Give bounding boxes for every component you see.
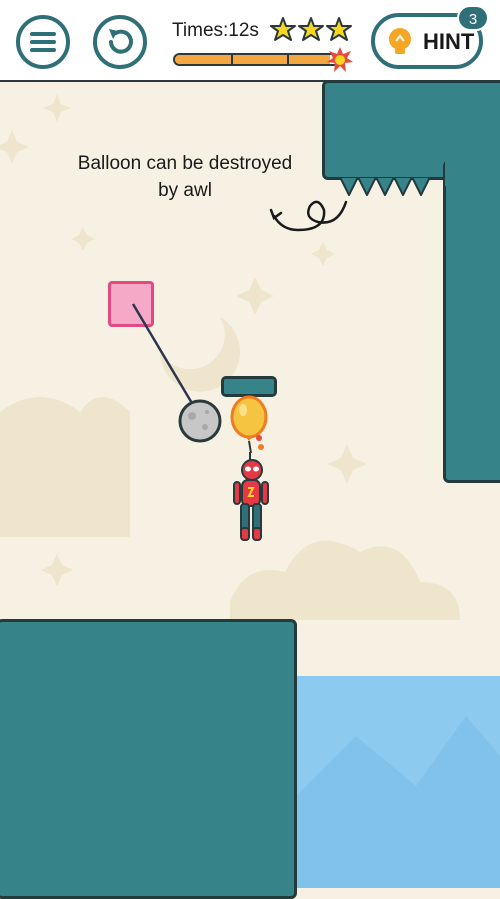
stone-ball[interactable] [177,398,223,444]
caption-line: Balloon can be destroyed [77,153,293,174]
timer-text: Times:12s [172,20,259,41]
curly-arrow-icon [269,200,348,232]
star-icon [298,17,324,41]
hint-label: HINT [423,29,475,54]
hint-count-badge: 3 [457,5,489,31]
progress-divider [287,55,289,64]
restart-button[interactable] [93,15,147,69]
restart-icon [109,29,133,54]
progress-divider [231,55,233,64]
stickman-hero[interactable] [228,452,272,544]
rope-anchor-block[interactable] [108,281,154,327]
star-rating [270,17,352,41]
cloud-right [230,540,460,620]
water-waves [296,716,500,888]
burst-icon [327,47,353,72]
menu-icon [30,32,56,52]
star-icon [326,17,352,41]
spike-awl [340,177,431,196]
star-icon [270,17,296,41]
ground-block [0,619,297,899]
wall-joint [445,150,500,186]
menu-button[interactable] [16,15,70,69]
right-wall [443,160,500,483]
cloud-left [0,397,130,537]
time-progress-bar [173,53,340,66]
progress-fill [175,55,330,64]
lightbulb-icon [389,28,411,54]
